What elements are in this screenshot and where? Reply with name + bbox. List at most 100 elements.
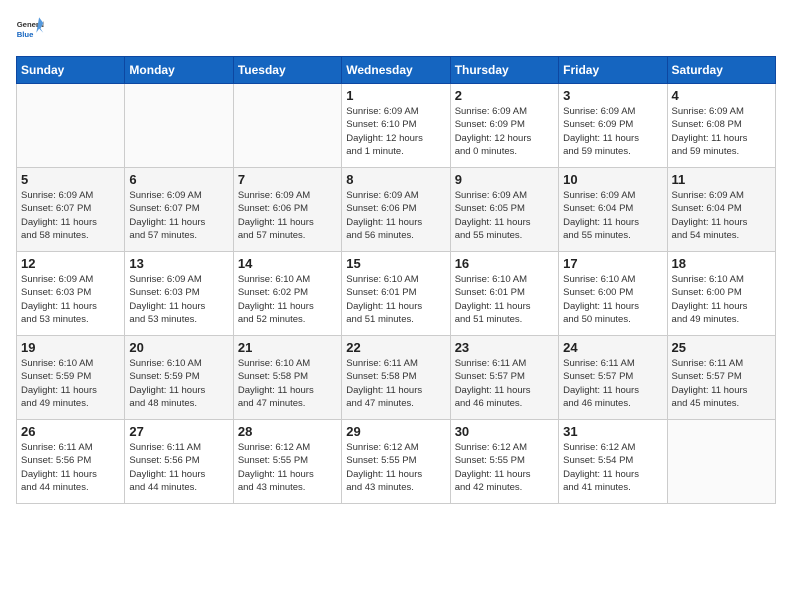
day-info: Sunrise: 6:11 AM Sunset: 5:57 PM Dayligh… — [672, 357, 771, 410]
day-number: 27 — [129, 424, 228, 439]
day-number: 12 — [21, 256, 120, 271]
logo-icon: General Blue — [16, 16, 44, 44]
day-info: Sunrise: 6:11 AM Sunset: 5:58 PM Dayligh… — [346, 357, 445, 410]
calendar-cell: 17 Sunrise: 6:10 AM Sunset: 6:00 PM Dayli… — [559, 252, 667, 336]
day-number: 25 — [672, 340, 771, 355]
day-number: 15 — [346, 256, 445, 271]
day-number: 10 — [563, 172, 662, 187]
calendar-header-row: SundayMondayTuesdayWednesdayThursdayFrid… — [17, 57, 776, 84]
calendar-cell: 26 Sunrise: 6:11 AM Sunset: 5:56 PM Dayli… — [17, 420, 125, 504]
day-number: 8 — [346, 172, 445, 187]
day-info: Sunrise: 6:09 AM Sunset: 6:07 PM Dayligh… — [129, 189, 228, 242]
calendar-cell: 2 Sunrise: 6:09 AM Sunset: 6:09 PM Daylig… — [450, 84, 558, 168]
day-info: Sunrise: 6:12 AM Sunset: 5:54 PM Dayligh… — [563, 441, 662, 494]
day-info: Sunrise: 6:09 AM Sunset: 6:06 PM Dayligh… — [238, 189, 337, 242]
calendar-cell: 1 Sunrise: 6:09 AM Sunset: 6:10 PM Daylig… — [342, 84, 450, 168]
col-header-friday: Friday — [559, 57, 667, 84]
week-row-5: 26 Sunrise: 6:11 AM Sunset: 5:56 PM Dayli… — [17, 420, 776, 504]
calendar-cell: 28 Sunrise: 6:12 AM Sunset: 5:55 PM Dayli… — [233, 420, 341, 504]
calendar-cell: 27 Sunrise: 6:11 AM Sunset: 5:56 PM Dayli… — [125, 420, 233, 504]
calendar-cell: 19 Sunrise: 6:10 AM Sunset: 5:59 PM Dayli… — [17, 336, 125, 420]
day-number: 26 — [21, 424, 120, 439]
day-number: 31 — [563, 424, 662, 439]
day-info: Sunrise: 6:12 AM Sunset: 5:55 PM Dayligh… — [346, 441, 445, 494]
calendar-cell — [125, 84, 233, 168]
day-number: 2 — [455, 88, 554, 103]
day-info: Sunrise: 6:09 AM Sunset: 6:09 PM Dayligh… — [455, 105, 554, 158]
day-number: 17 — [563, 256, 662, 271]
day-info: Sunrise: 6:11 AM Sunset: 5:56 PM Dayligh… — [21, 441, 120, 494]
week-row-4: 19 Sunrise: 6:10 AM Sunset: 5:59 PM Dayli… — [17, 336, 776, 420]
day-info: Sunrise: 6:11 AM Sunset: 5:56 PM Dayligh… — [129, 441, 228, 494]
day-number: 19 — [21, 340, 120, 355]
day-info: Sunrise: 6:09 AM Sunset: 6:04 PM Dayligh… — [672, 189, 771, 242]
day-info: Sunrise: 6:09 AM Sunset: 6:07 PM Dayligh… — [21, 189, 120, 242]
day-number: 9 — [455, 172, 554, 187]
calendar-cell: 14 Sunrise: 6:10 AM Sunset: 6:02 PM Dayli… — [233, 252, 341, 336]
day-info: Sunrise: 6:09 AM Sunset: 6:04 PM Dayligh… — [563, 189, 662, 242]
day-number: 18 — [672, 256, 771, 271]
day-info: Sunrise: 6:12 AM Sunset: 5:55 PM Dayligh… — [238, 441, 337, 494]
calendar-cell — [233, 84, 341, 168]
calendar-cell: 6Sunrise: 6:09 AM Sunset: 6:07 PM Daylig… — [125, 168, 233, 252]
calendar-cell — [17, 84, 125, 168]
week-row-3: 12 Sunrise: 6:09 AM Sunset: 6:03 PM Dayli… — [17, 252, 776, 336]
calendar-cell: 13 Sunrise: 6:09 AM Sunset: 6:03 PM Dayli… — [125, 252, 233, 336]
day-number: 21 — [238, 340, 337, 355]
day-info: Sunrise: 6:10 AM Sunset: 6:02 PM Dayligh… — [238, 273, 337, 326]
page-header: General Blue — [16, 16, 776, 44]
calendar-cell: 12Sunrise: 6:09 AM Sunset: 6:03 PM Dayli… — [17, 252, 125, 336]
day-info: Sunrise: 6:10 AM Sunset: 6:00 PM Dayligh… — [672, 273, 771, 326]
day-number: 14 — [238, 256, 337, 271]
calendar-cell: 24 Sunrise: 6:11 AM Sunset: 5:57 PM Dayli… — [559, 336, 667, 420]
day-info: Sunrise: 6:10 AM Sunset: 6:00 PM Dayligh… — [563, 273, 662, 326]
day-info: Sunrise: 6:12 AM Sunset: 5:55 PM Dayligh… — [455, 441, 554, 494]
day-info: Sunrise: 6:09 AM Sunset: 6:06 PM Dayligh… — [346, 189, 445, 242]
day-info: Sunrise: 6:09 AM Sunset: 6:10 PM Dayligh… — [346, 105, 445, 158]
week-row-1: 1 Sunrise: 6:09 AM Sunset: 6:10 PM Daylig… — [17, 84, 776, 168]
col-header-saturday: Saturday — [667, 57, 775, 84]
week-row-2: 5Sunrise: 6:09 AM Sunset: 6:07 PM Daylig… — [17, 168, 776, 252]
day-info: Sunrise: 6:09 AM Sunset: 6:05 PM Dayligh… — [455, 189, 554, 242]
day-number: 29 — [346, 424, 445, 439]
calendar-cell: 4 Sunrise: 6:09 AM Sunset: 6:08 PM Daylig… — [667, 84, 775, 168]
day-number: 4 — [672, 88, 771, 103]
day-info: Sunrise: 6:11 AM Sunset: 5:57 PM Dayligh… — [563, 357, 662, 410]
calendar-cell — [667, 420, 775, 504]
calendar-cell: 22 Sunrise: 6:11 AM Sunset: 5:58 PM Dayli… — [342, 336, 450, 420]
calendar-cell: 9 Sunrise: 6:09 AM Sunset: 6:05 PM Daylig… — [450, 168, 558, 252]
day-number: 16 — [455, 256, 554, 271]
calendar-cell: 23Sunrise: 6:11 AM Sunset: 5:57 PM Dayli… — [450, 336, 558, 420]
calendar-cell: 11 Sunrise: 6:09 AM Sunset: 6:04 PM Dayli… — [667, 168, 775, 252]
day-number: 22 — [346, 340, 445, 355]
day-number: 11 — [672, 172, 771, 187]
calendar-cell: 7 Sunrise: 6:09 AM Sunset: 6:06 PM Daylig… — [233, 168, 341, 252]
day-number: 30 — [455, 424, 554, 439]
calendar-cell: 31 Sunrise: 6:12 AM Sunset: 5:54 PM Dayli… — [559, 420, 667, 504]
day-number: 1 — [346, 88, 445, 103]
calendar-cell: 20Sunrise: 6:10 AM Sunset: 5:59 PM Dayli… — [125, 336, 233, 420]
svg-text:Blue: Blue — [17, 30, 34, 39]
calendar-cell: 25 Sunrise: 6:11 AM Sunset: 5:57 PM Dayli… — [667, 336, 775, 420]
calendar-cell: 18 Sunrise: 6:10 AM Sunset: 6:00 PM Dayli… — [667, 252, 775, 336]
calendar-cell: 16 Sunrise: 6:10 AM Sunset: 6:01 PM Dayli… — [450, 252, 558, 336]
day-info: Sunrise: 6:09 AM Sunset: 6:09 PM Dayligh… — [563, 105, 662, 158]
calendar-cell: 3Sunrise: 6:09 AM Sunset: 6:09 PM Daylig… — [559, 84, 667, 168]
day-number: 13 — [129, 256, 228, 271]
calendar-cell: 30 Sunrise: 6:12 AM Sunset: 5:55 PM Dayli… — [450, 420, 558, 504]
day-info: Sunrise: 6:10 AM Sunset: 6:01 PM Dayligh… — [346, 273, 445, 326]
day-info: Sunrise: 6:09 AM Sunset: 6:08 PM Dayligh… — [672, 105, 771, 158]
calendar-cell: 10 Sunrise: 6:09 AM Sunset: 6:04 PM Dayli… — [559, 168, 667, 252]
day-info: Sunrise: 6:10 AM Sunset: 5:59 PM Dayligh… — [21, 357, 120, 410]
col-header-wednesday: Wednesday — [342, 57, 450, 84]
calendar-cell: 8 Sunrise: 6:09 AM Sunset: 6:06 PM Daylig… — [342, 168, 450, 252]
calendar-cell: 5Sunrise: 6:09 AM Sunset: 6:07 PM Daylig… — [17, 168, 125, 252]
day-number: 28 — [238, 424, 337, 439]
day-info: Sunrise: 6:10 AM Sunset: 5:58 PM Dayligh… — [238, 357, 337, 410]
col-header-thursday: Thursday — [450, 57, 558, 84]
day-number: 7 — [238, 172, 337, 187]
col-header-sunday: Sunday — [17, 57, 125, 84]
day-info: Sunrise: 6:10 AM Sunset: 6:01 PM Dayligh… — [455, 273, 554, 326]
day-number: 24 — [563, 340, 662, 355]
day-info: Sunrise: 6:09 AM Sunset: 6:03 PM Dayligh… — [129, 273, 228, 326]
